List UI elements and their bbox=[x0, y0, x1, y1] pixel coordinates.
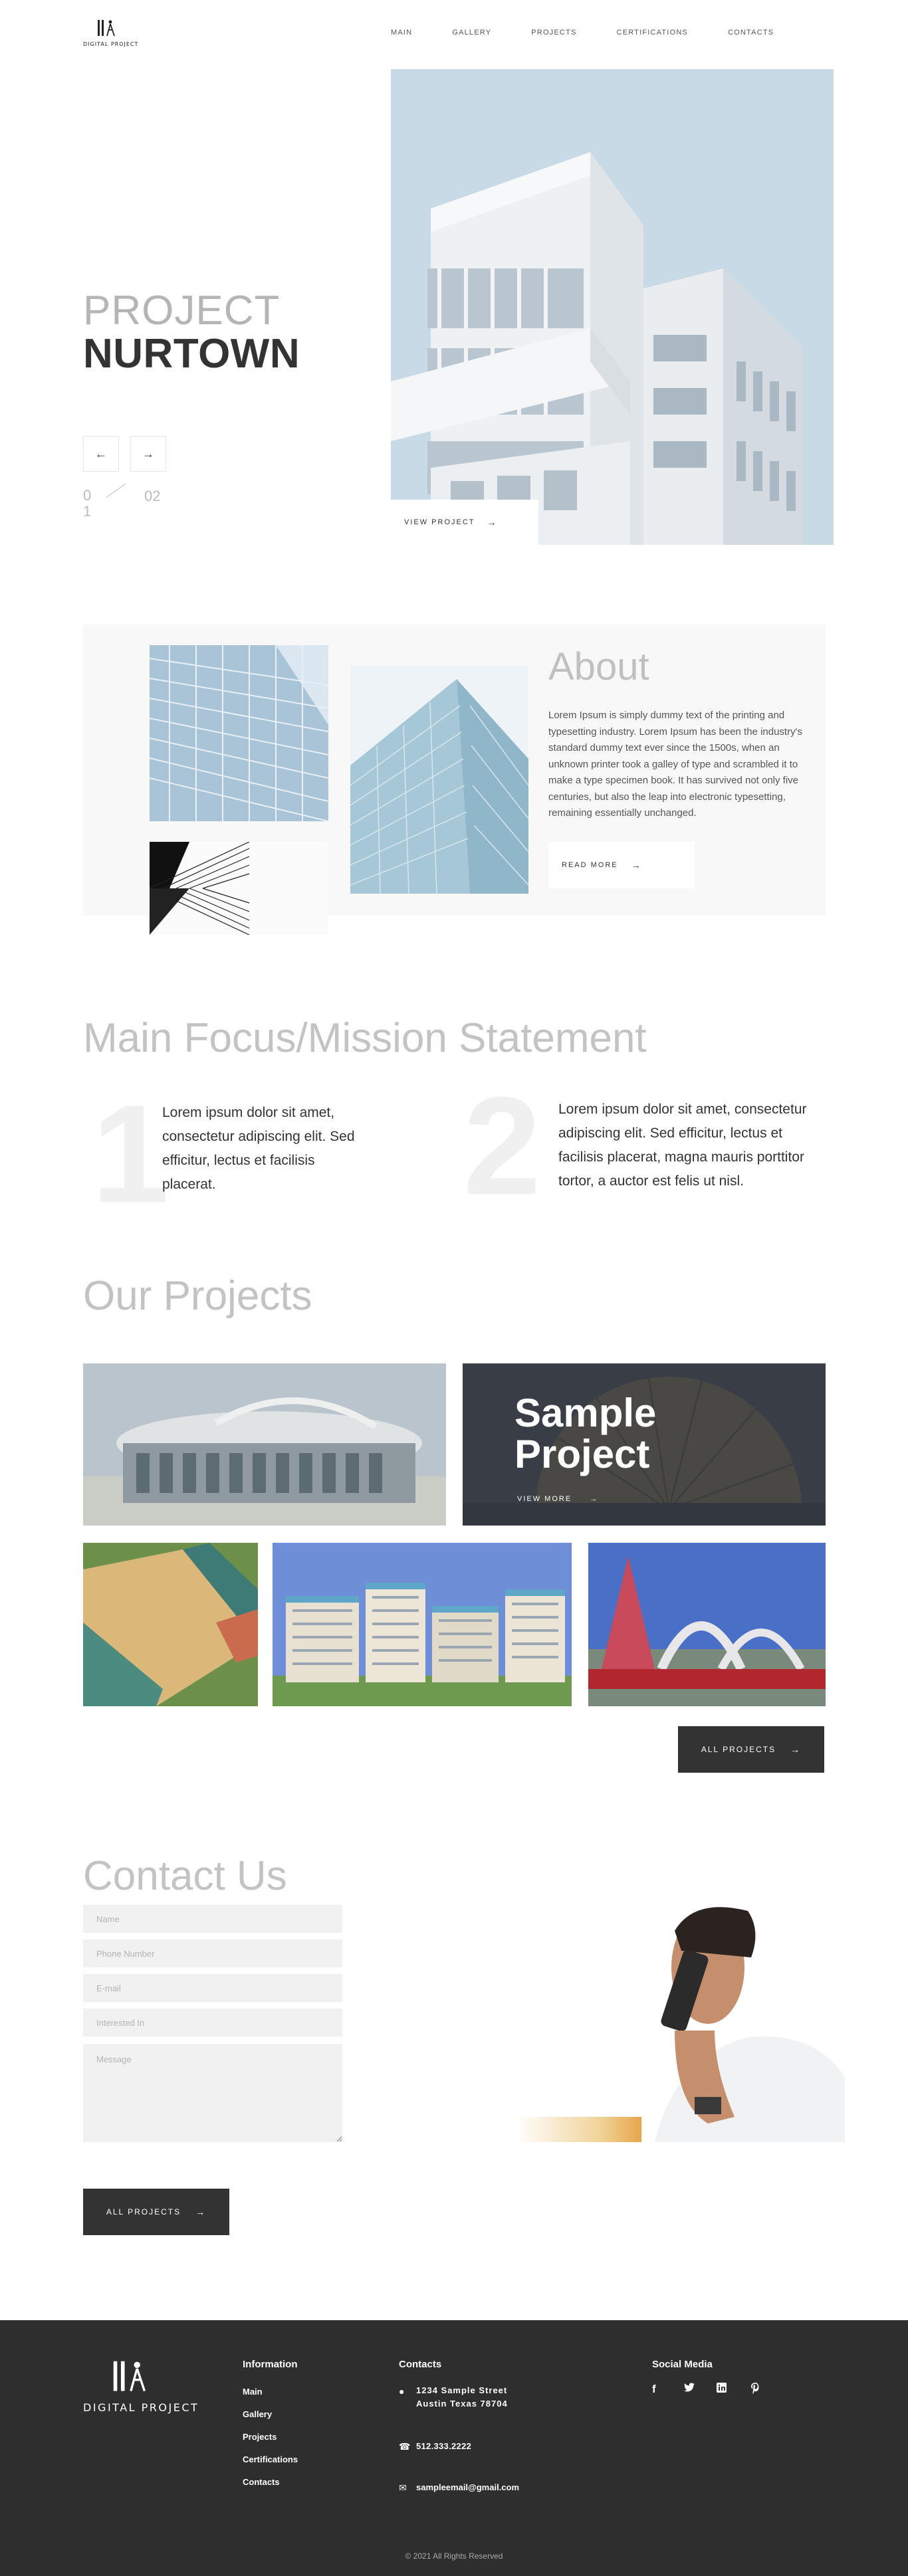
site-header: DIGITAL PROJECT MAIN GALLERY PROJECTS CE… bbox=[0, 0, 908, 66]
site-logo[interactable]: DIGITAL PROJECT bbox=[83, 19, 138, 49]
location-pin-icon: ● bbox=[399, 2386, 405, 2397]
arrow-right-icon: → bbox=[631, 860, 642, 870]
nav-gallery[interactable]: GALLERY bbox=[452, 29, 491, 37]
footer-contacts-heading: Contacts bbox=[399, 2359, 442, 2370]
mission-title: Main Focus/Mission Statement bbox=[83, 1015, 647, 1061]
nav-certifications[interactable]: CERTIFICATIONS bbox=[617, 29, 688, 37]
view-project-button[interactable]: VIEW PROJECT → bbox=[391, 500, 538, 545]
contact-submit-label: ALL PROJECTS bbox=[106, 2207, 181, 2217]
footer-link-projects[interactable]: Projects bbox=[243, 2432, 277, 2442]
arrow-right-icon: → bbox=[142, 446, 154, 460]
name-field[interactable] bbox=[83, 1905, 342, 1933]
footer-link-main[interactable]: Main bbox=[243, 2387, 263, 2397]
interest-field[interactable] bbox=[83, 2009, 342, 2036]
mission-text-2: Lorem ipsum dolor sit amet, consectetur … bbox=[558, 1102, 807, 1189]
footer-address: 1234 Sample Street Austin Texas 78704 bbox=[416, 2384, 508, 2411]
footer-link-gallery[interactable]: Gallery bbox=[243, 2409, 272, 2419]
footer-copyright: © 2021 All Rights Reserved bbox=[405, 2551, 503, 2561]
contact-submit-button[interactable]: ALL PROJECTS → bbox=[83, 2189, 229, 2235]
featured-project-view-more[interactable]: VIEW MORE → bbox=[517, 1495, 598, 1503]
main-nav: MAIN GALLERY PROJECTS CERTIFICATIONS CON… bbox=[391, 29, 814, 37]
contact-man-on-phone-image bbox=[362, 1904, 845, 2142]
arrow-left-icon: ← bbox=[95, 446, 107, 460]
all-projects-button[interactable]: ALL PROJECTS → bbox=[678, 1726, 824, 1773]
projects-title: Our Projects bbox=[83, 1273, 312, 1319]
email-field[interactable] bbox=[83, 1974, 342, 2002]
arrow-right-icon: → bbox=[790, 1744, 802, 1755]
slider-total-count: 02 bbox=[144, 488, 161, 504]
address-line-2: Austin Texas 78704 bbox=[416, 2399, 508, 2409]
pinterest-icon[interactable] bbox=[750, 2383, 760, 2396]
logo-mark-icon bbox=[113, 2361, 146, 2392]
project-monument-image[interactable] bbox=[588, 1543, 826, 1706]
hero-title-light: PROJECT bbox=[83, 288, 281, 334]
about-glass-building-image bbox=[150, 645, 328, 821]
slider-prev-button[interactable]: ← bbox=[83, 436, 119, 472]
nav-contacts[interactable]: CONTACTS bbox=[728, 29, 774, 37]
site-footer: DIGITAL PROJECT Information Main Gallery… bbox=[0, 2320, 908, 2576]
view-more-label: VIEW MORE bbox=[517, 1495, 572, 1503]
message-field[interactable] bbox=[83, 2044, 342, 2142]
project-aerial-image[interactable] bbox=[83, 1543, 258, 1706]
logo-mark-icon bbox=[96, 19, 116, 39]
about-description: Lorem Ipsum is simply dummy text of the … bbox=[548, 710, 802, 819]
phone-icon: ☎ bbox=[399, 2441, 411, 2452]
read-more-label: READ MORE bbox=[562, 861, 618, 869]
footer-logo[interactable]: DIGITAL PROJECT bbox=[83, 2359, 197, 2419]
footer-logo-text: DIGITAL PROJECT bbox=[83, 2401, 199, 2414]
hero-title-bold: NURTOWN bbox=[83, 331, 300, 377]
envelope-icon: ✉ bbox=[399, 2482, 407, 2493]
view-project-label: VIEW PROJECT bbox=[404, 518, 475, 526]
mission-number-1: 1 bbox=[92, 1076, 170, 1232]
read-more-button[interactable]: READ MORE → bbox=[548, 842, 695, 888]
footer-link-certifications[interactable]: Certifications bbox=[243, 2454, 298, 2464]
footer-social-heading: Social Media bbox=[652, 2359, 713, 2370]
footer-link-contacts[interactable]: Contacts bbox=[243, 2477, 280, 2487]
hero-building-image bbox=[391, 69, 834, 545]
mission-number-2: 2 bbox=[463, 1068, 541, 1224]
project-stadium-image[interactable] bbox=[83, 1363, 446, 1526]
about-abstract-lines-image bbox=[150, 842, 328, 935]
arrow-right-icon: → bbox=[195, 2207, 207, 2217]
arrow-right-icon: → bbox=[590, 1495, 599, 1503]
about-title: About bbox=[548, 645, 649, 688]
all-projects-label: ALL PROJECTS bbox=[701, 1745, 776, 1754]
about-skyscraper-image bbox=[350, 666, 528, 894]
linkedin-icon[interactable] bbox=[717, 2383, 727, 2395]
contact-title: Contact Us bbox=[83, 1853, 287, 1899]
arrow-right-icon: → bbox=[487, 517, 498, 528]
logo-text: DIGITAL PROJECT bbox=[83, 41, 139, 47]
footer-information-heading: Information bbox=[243, 2359, 298, 2370]
featured-project-title: Sample Project bbox=[514, 1391, 657, 1476]
project-residential-image[interactable] bbox=[273, 1543, 572, 1706]
mission-text-1: Lorem ipsum dolor sit amet, consectetur … bbox=[162, 1105, 355, 1192]
footer-phone[interactable]: 512.333.2222 bbox=[416, 2440, 471, 2453]
footer-email[interactable]: sampleemail@gmail.com bbox=[416, 2481, 519, 2494]
slider-next-button[interactable]: → bbox=[130, 436, 166, 472]
address-line-1: 1234 Sample Street bbox=[416, 2385, 508, 2395]
nav-projects[interactable]: PROJECTS bbox=[531, 29, 576, 37]
twitter-icon[interactable] bbox=[684, 2383, 695, 2394]
nav-main[interactable]: MAIN bbox=[391, 29, 412, 37]
phone-field[interactable] bbox=[83, 1939, 342, 1967]
pager-divider bbox=[106, 483, 126, 498]
slider-current-index: 0 1 bbox=[83, 487, 92, 520]
facebook-icon[interactable]: f bbox=[652, 2383, 656, 2396]
